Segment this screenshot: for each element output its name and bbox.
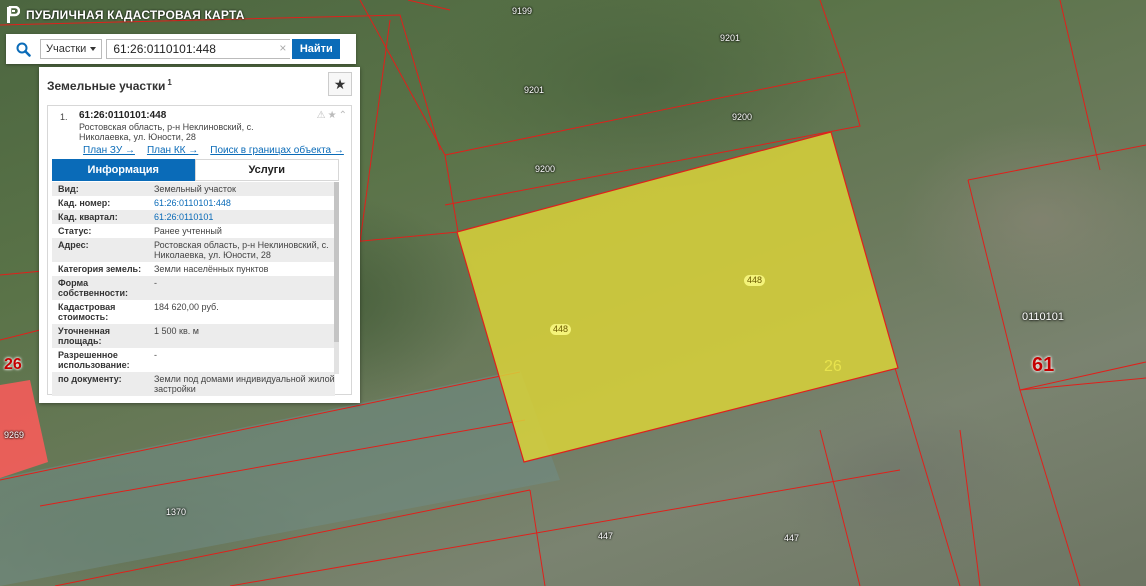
parcel-label: 9201 (720, 33, 741, 43)
panel-title: Земельные участки 1 (47, 78, 172, 93)
info-label: Кад. квартал: (58, 212, 118, 222)
parcel-label: 447 (598, 531, 614, 541)
info-value: Земли под домами индивидуальной жилой за… (154, 374, 335, 394)
find-button[interactable]: Найти (292, 39, 341, 59)
chevron-up-icon[interactable]: ⌃ (339, 110, 347, 121)
app-header: ПУБЛИЧНАЯ КАДАСТРОВАЯ КАРТА (0, 0, 406, 30)
info-row: Уточненная площадь: 1 500 кв. м (52, 324, 335, 348)
result-tools: ⚠ ★ ⌃ (317, 110, 347, 121)
result-cad-number: 61:26:0110101:448 (79, 110, 167, 121)
parcel-label: 9199 (512, 6, 533, 16)
info-label: по документу: (58, 374, 122, 384)
search-bar: Участки × Найти (6, 34, 356, 64)
parcel-label: 9201 (524, 85, 545, 95)
info-label: Вид: (58, 184, 79, 194)
scrollbar-thumb[interactable] (334, 182, 339, 342)
search-input-wrap: × (106, 39, 291, 59)
cadastral-quarter-label: 0110101 (1022, 311, 1065, 323)
info-row: Форма собственности: - (52, 276, 335, 300)
clear-icon[interactable]: × (279, 41, 286, 55)
info-row: Кад. квартал: 61:26:0110101 (52, 210, 335, 224)
chevron-down-icon (90, 47, 97, 51)
favorites-button[interactable]: ★ (328, 72, 352, 96)
info-value: - (154, 350, 157, 360)
parcel-label: 1370 (166, 507, 187, 517)
object-type-select[interactable]: Участки (40, 39, 103, 59)
plan-kk-link[interactable]: План КК → (147, 145, 198, 156)
panel-title-text: Земельные участки (47, 78, 166, 93)
tab-information[interactable]: Информация (52, 159, 195, 181)
star-icon: ★ (333, 75, 347, 92)
results-panel: Земельные участки 1 ★ 1. 61:26:0110101:44… (39, 67, 360, 403)
parcel-label: 9269 (4, 430, 25, 440)
info-value: 1 500 кв. м (154, 326, 199, 336)
object-type-value: Участки (46, 43, 87, 55)
info-row: по документу: Земли под домами индивидуал… (52, 372, 335, 396)
parcel-label: 9200 (732, 112, 753, 122)
search-in-bounds-link[interactable]: Поиск в границах объекта → (210, 145, 344, 156)
district-number-label: 26 (4, 356, 22, 373)
info-row: Кад. номер: 61:26:0110101:448 (52, 196, 335, 210)
info-value: Земли населённых пунктов (154, 264, 269, 274)
info-label: Категория земель: (58, 264, 142, 274)
parcel-number-badge: 448 (550, 324, 572, 335)
parcel-label: 447 (784, 533, 800, 543)
info-label: Кадастровая стоимость: (58, 302, 116, 322)
tab-services[interactable]: Услуги (194, 159, 339, 181)
selected-parcel[interactable] (456, 131, 899, 463)
parcel-number-badge: 448 (744, 275, 766, 286)
info-row: Вид: Земельный участок (52, 182, 335, 196)
info-label: Статус: (58, 226, 92, 236)
district-number-label: 26 (824, 358, 842, 375)
result-address: Ростовская область, р-н Неклиновский, с.… (79, 122, 254, 142)
app-title: ПУБЛИЧНАЯ КАДАСТРОВАЯ КАРТА (26, 8, 245, 22)
info-label: Адрес: (58, 240, 89, 250)
info-label: Кад. номер: (58, 198, 111, 208)
info-row: Адрес: Ростовская область, р-н Неклиновск… (52, 238, 335, 262)
result-card: 1. 61:26:0110101:448 Ростовская область,… (47, 105, 352, 396)
star-icon[interactable]: ★ (328, 110, 337, 121)
info-table: Вид: Земельный участок Кад. номер: 61:26:0… (52, 182, 335, 396)
info-value: Ранее учтенный (154, 226, 222, 236)
search-toggle-button[interactable] (6, 34, 40, 64)
info-value: Ростовская область, р-н Неклиновский, с.… (154, 240, 329, 260)
info-value-link[interactable]: 61:26:0110101:448 (154, 198, 335, 208)
info-row: Категория земель: Земли населённых пункто… (52, 262, 335, 276)
result-index: 1. (60, 112, 68, 122)
district-number-label: 61 (1032, 354, 1055, 376)
info-value: - (154, 278, 157, 288)
info-value: Земельный участок (154, 184, 236, 194)
results-count: 1 (167, 77, 172, 87)
info-label: Разрешенное использование: (58, 350, 130, 370)
info-label: Форма собственности: (58, 278, 128, 298)
warning-icon[interactable]: ⚠ (317, 110, 326, 121)
info-value: 184 620,00 руб. (154, 302, 219, 312)
app-logo-icon (7, 6, 20, 23)
plan-zu-link[interactable]: План ЗУ → (83, 145, 135, 156)
parcel-label: 9200 (535, 164, 556, 174)
result-tabs: Информация Услуги (52, 159, 339, 181)
search-input[interactable] (106, 39, 291, 59)
info-row: Кадастровая стоимость: 184 620,00 руб. (52, 300, 335, 324)
info-row: Статус: Ранее учтенный (52, 224, 335, 238)
info-value-link[interactable]: 61:26:0110101 (154, 212, 335, 222)
info-label: Уточненная площадь: (58, 326, 110, 346)
search-icon (16, 42, 31, 57)
result-links: План ЗУ → План КК → Поиск в границах объ… (83, 145, 344, 156)
info-row: Разрешенное использование: - (52, 348, 335, 372)
panel-header: Земельные участки 1 ★ (39, 67, 360, 103)
result-summary[interactable]: 1. 61:26:0110101:448 Ростовская область,… (48, 106, 351, 160)
info-scrollbar[interactable] (334, 182, 339, 374)
